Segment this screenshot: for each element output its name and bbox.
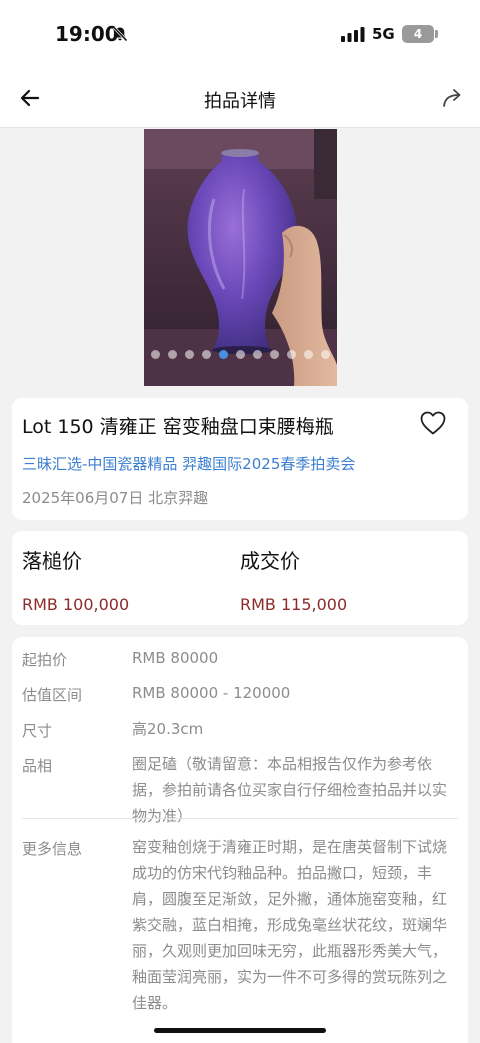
- carousel-dot[interactable]: [151, 350, 160, 359]
- size-label: 尺寸: [22, 722, 53, 740]
- carousel-dot[interactable]: [253, 350, 262, 359]
- carousel-dot[interactable]: [236, 350, 245, 359]
- lot-detail-card: 起拍价 RMB 80000 估值区间 RMB 80000 - 120000 尺寸…: [12, 637, 468, 1043]
- signal-icon: [341, 27, 365, 42]
- lot-info-card: Lot 150 清雍正 窑变釉盘口束腰梅瓶 三昧汇选-中国瓷器精品 羿趣国际20…: [12, 398, 468, 520]
- share-icon[interactable]: [440, 86, 464, 110]
- vase-image: [144, 129, 337, 386]
- size-value: 高20.3cm: [132, 720, 204, 738]
- sale-name-link[interactable]: 三昧汇选-中国瓷器精品 羿趣国际2025春季拍卖会: [22, 453, 355, 474]
- deal-price-value: RMB 115,000: [240, 595, 348, 614]
- lot-title: Lot 150 清雍正 窑变釉盘口束腰梅瓶: [22, 416, 334, 438]
- carousel-dot[interactable]: [202, 350, 211, 359]
- carousel-dot[interactable]: [287, 350, 296, 359]
- hammer-price-value: RMB 100,000: [22, 595, 130, 614]
- status-bar: 19:00 5G 4: [0, 0, 480, 68]
- battery-icon: 4: [402, 25, 434, 43]
- hammer-price-label: 落槌价: [22, 549, 82, 573]
- arrow-left-icon[interactable]: [18, 86, 42, 110]
- bell-off-icon: [112, 26, 128, 42]
- nav-bar: 拍品详情: [0, 68, 480, 128]
- start-price-value: RMB 80000: [132, 649, 219, 667]
- more-info-value: 窑变釉创烧于清雍正时期，是在唐英督制下试烧成功的仿宋代钧釉品种。拍品撇口，短颈，…: [132, 838, 448, 1012]
- more-info-label: 更多信息: [22, 840, 83, 858]
- home-indicator: [154, 1028, 326, 1033]
- deal-price-label: 成交价: [240, 549, 300, 573]
- sale-date: 2025年06月07日 北京羿趣: [22, 489, 209, 507]
- carousel-dot[interactable]: [321, 350, 330, 359]
- network-label: 5G: [372, 25, 395, 43]
- lot-photo[interactable]: [144, 129, 337, 386]
- status-time: 19:00: [55, 22, 119, 46]
- condition-label: 品相: [22, 757, 53, 775]
- carousel-dot[interactable]: [270, 350, 279, 359]
- carousel-dot[interactable]: [219, 350, 228, 359]
- carousel-dot[interactable]: [168, 350, 177, 359]
- battery-level: 4: [413, 27, 423, 41]
- start-price-label: 起拍价: [22, 651, 68, 669]
- price-card: 落槌价 RMB 100,000 成交价 RMB 115,000: [12, 531, 468, 625]
- estimate-value: RMB 80000 - 120000: [132, 684, 291, 702]
- carousel-dots: [144, 350, 337, 359]
- estimate-label: 估值区间: [22, 686, 83, 704]
- carousel-dot[interactable]: [304, 350, 313, 359]
- heart-icon[interactable]: [419, 410, 447, 436]
- divider: [22, 818, 458, 819]
- battery-cap: [435, 30, 438, 38]
- page-title: 拍品详情: [204, 91, 276, 112]
- carousel-dot[interactable]: [185, 350, 194, 359]
